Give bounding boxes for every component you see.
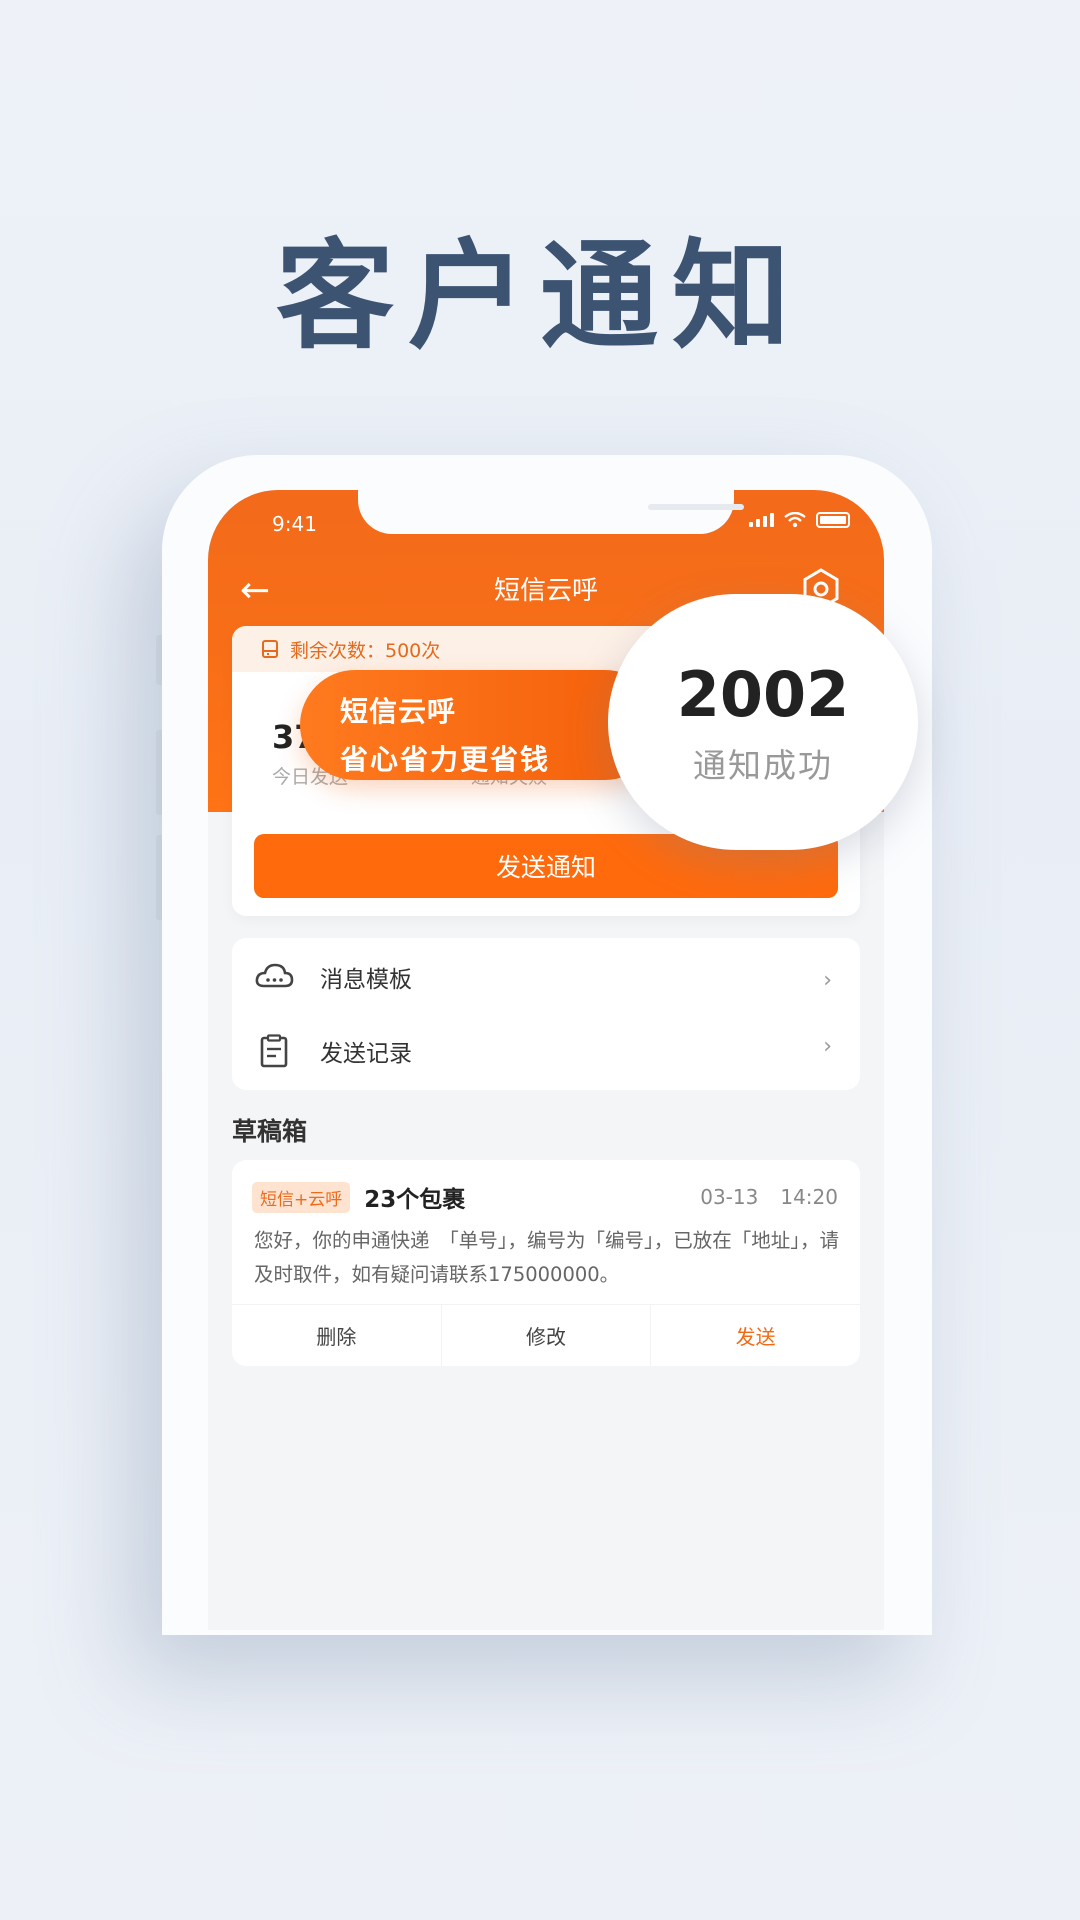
edit-button[interactable]: 修改 [440,1305,651,1366]
draft-time: 14:20 [780,1185,838,1209]
menu-item-templates[interactable]: 消息模板 › [232,946,860,1008]
promo-banner: 短信云呼 省心省力更省钱 [300,670,660,780]
remaining-count: 剩余次数：500次 [290,639,441,662]
draft-name: 23个包裹 [364,1187,466,1213]
menu-item-label: 消息模板 [320,967,412,993]
send-button[interactable]: 发送 [650,1305,860,1366]
wifi-icon [784,512,806,528]
status-time: 9:41 [272,512,317,536]
battery-icon [816,512,850,528]
sim-card-icon [262,640,278,658]
draft-date: 03-13 [700,1185,759,1209]
menu-item-send-records[interactable]: 发送记录 › [232,1020,860,1082]
draft-header: 短信+云呼 23个包裹 03-13 14:20 [252,1180,838,1214]
phone-notch [358,490,744,534]
delete-button[interactable]: 删除 [232,1305,441,1366]
status-icons [749,512,850,528]
menu-card: 消息模板 › 发送记录 › [232,938,860,1090]
cloud-icon [255,963,294,988]
clipboard-icon [260,1034,288,1068]
signal-icon [749,513,774,527]
success-count-value: 2002 [676,657,850,731]
draft-message-body: 您好，你的申通快递 「单号」，编号为「编号」，已放在「地址」，请及时取件，如有疑… [254,1229,840,1286]
draft-actions: 删除 修改 发送 [232,1304,860,1366]
chevron-right-icon: › [823,1034,832,1059]
success-count-callout: 2002 通知成功 [608,594,918,850]
success-count-label: 通知成功 [693,745,833,785]
drafts-section-title: 草稿箱 [232,1117,308,1146]
channel-tag: 短信+云呼 [252,1181,351,1213]
menu-item-label: 发送记录 [320,1041,412,1067]
chevron-right-icon: › [823,968,832,993]
draft-item[interactable]: 短信+云呼 23个包裹 03-13 14:20 您好，你的申通快递 「单号」，编… [232,1160,860,1366]
poster-title: 客户通知 [275,227,804,365]
